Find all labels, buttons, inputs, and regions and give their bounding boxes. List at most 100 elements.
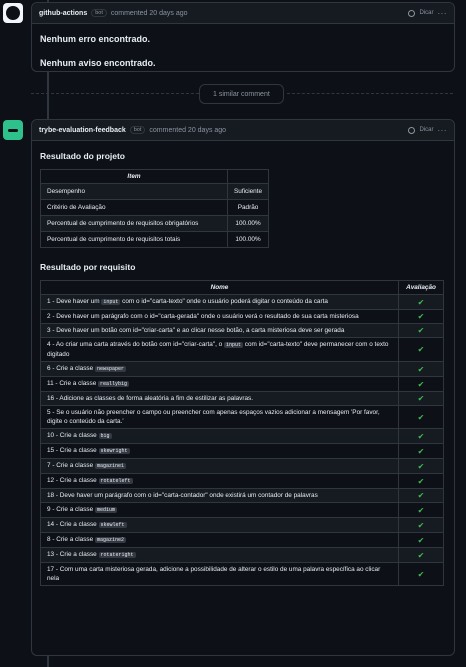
requirement-name: 4 - Ao criar uma carta através do botão … xyxy=(40,337,399,362)
row-value: 100.00% xyxy=(226,231,270,248)
requirement-name: 7 - Crie a classe magazine1 xyxy=(40,458,399,474)
requirement-text: 2 - Deve haver um parágrafo com o id="ca… xyxy=(47,313,359,320)
requirement-text: 15 - Crie a classe xyxy=(47,447,97,454)
evaluation-header: Avaliação xyxy=(398,280,444,295)
table-row: 5 - Se o usuário não preencher o campo o… xyxy=(40,405,444,429)
inline-code: skewright xyxy=(98,448,130,454)
requirement-text: 14 - Crie a classe xyxy=(47,521,97,528)
dicar-label[interactable]: Dicar xyxy=(419,10,433,16)
check-icon: ✔ xyxy=(398,361,444,377)
check-icon: ✔ xyxy=(398,391,444,406)
more-options-icon[interactable]: ··· xyxy=(438,126,448,135)
comment-trybe-evaluation: trybe-evaluation-feedback bot commented … xyxy=(31,119,455,656)
table-row: 10 - Crie a classe big ✔ xyxy=(40,428,444,444)
author-link[interactable]: github-actions xyxy=(39,10,87,17)
table-row: Critério de Avaliação Padrão xyxy=(40,199,270,216)
inline-code: rotateleft xyxy=(98,478,133,484)
requirement-name: 8 - Crie a classe magazine2 xyxy=(40,532,399,548)
check-icon: ✔ xyxy=(398,294,444,310)
inline-code: magazine1 xyxy=(94,463,126,469)
check-icon: ✔ xyxy=(398,517,444,533)
requirement-text: 17 - Com uma carta misteriosa gerada, ad… xyxy=(47,566,381,582)
requirement-name: 13 - Crie a classe rotateright xyxy=(40,547,399,563)
check-icon: ✔ xyxy=(398,428,444,444)
author-link[interactable]: trybe-evaluation-feedback xyxy=(39,127,126,134)
check-icon: ✔ xyxy=(398,488,444,503)
more-options-icon[interactable]: ··· xyxy=(438,9,448,18)
divider-left xyxy=(31,93,199,94)
inline-code: magazine2 xyxy=(94,537,126,543)
requirement-name: 3 - Deve haver um botão com id="criar-ca… xyxy=(40,323,399,338)
row-value: 100.00% xyxy=(226,215,270,232)
inline-code: reallybig xyxy=(98,381,130,387)
inline-code: rotateright xyxy=(98,552,136,558)
table-row: 17 - Com uma carta misteriosa gerada, ad… xyxy=(40,562,444,586)
table-row: Percentual de cumprimento de requisitos … xyxy=(40,231,270,248)
requirement-text: 18 - Deve haver um parágrafo com o id="c… xyxy=(47,492,318,499)
requirement-name: 16 - Adicione as classes de forma aleató… xyxy=(40,391,399,406)
requirements-table: Nome Avaliação 1 - Deve haver um input co… xyxy=(40,280,444,586)
requirement-name: 10 - Crie a classe big xyxy=(40,428,399,444)
check-icon: ✔ xyxy=(398,323,444,338)
requirement-name: 14 - Crie a classe skewleft xyxy=(40,517,399,533)
table-row: 12 - Crie a classe rotateleft ✔ xyxy=(40,473,444,489)
table-row: Percentual de cumprimento de requisitos … xyxy=(40,215,270,232)
similar-comment-button[interactable]: 1 similar comment xyxy=(199,84,284,104)
trybe-avatar-icon[interactable] xyxy=(3,120,23,140)
table-row: 6 - Crie a classe newspaper ✔ xyxy=(40,361,444,377)
inline-code: big xyxy=(98,433,112,439)
requirement-text: 4 - Ao criar uma carta através do botão … xyxy=(47,341,223,348)
comment-timestamp[interactable]: commented 20 days ago xyxy=(149,127,226,134)
item-header: Item xyxy=(40,169,228,184)
no-warnings-text: Nenhum aviso encontrado. xyxy=(40,58,156,68)
requirement-name: 11 - Crie a classe reallybig xyxy=(40,376,399,392)
inline-code: input xyxy=(224,342,244,348)
requirement-text: 11 - Crie a classe xyxy=(47,380,97,387)
requirement-text: com o id="carta-texto" onde o usuário po… xyxy=(122,298,328,305)
table-row: 8 - Crie a classe magazine2 ✔ xyxy=(40,532,444,548)
add-reaction-icon[interactable] xyxy=(408,126,416,134)
check-icon: ✔ xyxy=(398,458,444,474)
requirement-text: 7 - Crie a classe xyxy=(47,462,94,469)
requirement-name: 5 - Se o usuário não preencher o campo o… xyxy=(40,405,399,429)
table-row: 7 - Crie a classe magazine1 ✔ xyxy=(40,458,444,474)
check-icon: ✔ xyxy=(398,405,444,429)
requirement-name: 17 - Com uma carta misteriosa gerada, ad… xyxy=(40,562,399,586)
dicar-label[interactable]: Dicar xyxy=(419,127,433,133)
table-row: 14 - Crie a classe skewleft ✔ xyxy=(40,517,444,533)
requirement-text: 1 - Deve haver um xyxy=(47,298,100,305)
requirement-text: 3 - Deve haver um botão com id="criar-ca… xyxy=(47,327,345,334)
inline-code: newspaper xyxy=(94,366,126,372)
comment-github-actions: github-actions bot commented 20 days ago… xyxy=(31,2,455,72)
check-icon: ✔ xyxy=(398,443,444,459)
check-icon: ✔ xyxy=(398,376,444,392)
requirement-name: 12 - Crie a classe rotateleft xyxy=(40,473,399,489)
row-label: Critério de Avaliação xyxy=(40,199,228,216)
requirement-name: 15 - Crie a classe skewright xyxy=(40,443,399,459)
check-icon: ✔ xyxy=(398,562,444,586)
comment-header: trybe-evaluation-feedback bot commented … xyxy=(32,120,454,141)
check-icon: ✔ xyxy=(398,337,444,362)
project-result-heading: Resultado do projeto xyxy=(40,151,125,161)
github-avatar-icon[interactable] xyxy=(3,3,23,23)
check-icon: ✔ xyxy=(398,309,444,324)
table-row: 2 - Deve haver um parágrafo com o id="ca… xyxy=(40,309,444,324)
bot-badge: bot xyxy=(91,9,107,17)
table-row: 9 - Crie a classe medium ✔ xyxy=(40,502,444,518)
add-reaction-icon[interactable] xyxy=(408,9,416,17)
inline-code: skewleft xyxy=(98,522,127,528)
row-value: Padrão xyxy=(226,199,270,216)
inline-code: input xyxy=(101,299,121,305)
comment-timestamp[interactable]: commented 20 days ago xyxy=(111,10,188,17)
requirement-text: 10 - Crie a classe xyxy=(47,432,97,439)
requirement-name: 6 - Crie a classe newspaper xyxy=(40,361,399,377)
check-icon: ✔ xyxy=(398,547,444,563)
requirement-text: 12 - Crie a classe xyxy=(47,477,97,484)
no-errors-text: Nenhum erro encontrado. xyxy=(40,34,151,44)
table-row: 18 - Deve haver um parágrafo com o id="c… xyxy=(40,488,444,503)
table-row: 13 - Crie a classe rotateright ✔ xyxy=(40,547,444,563)
table-row: Desempenho Suficiente xyxy=(40,183,270,200)
table-row: 3 - Deve haver um botão com id="criar-ca… xyxy=(40,323,444,338)
inline-code: medium xyxy=(94,507,117,513)
check-icon: ✔ xyxy=(398,502,444,518)
